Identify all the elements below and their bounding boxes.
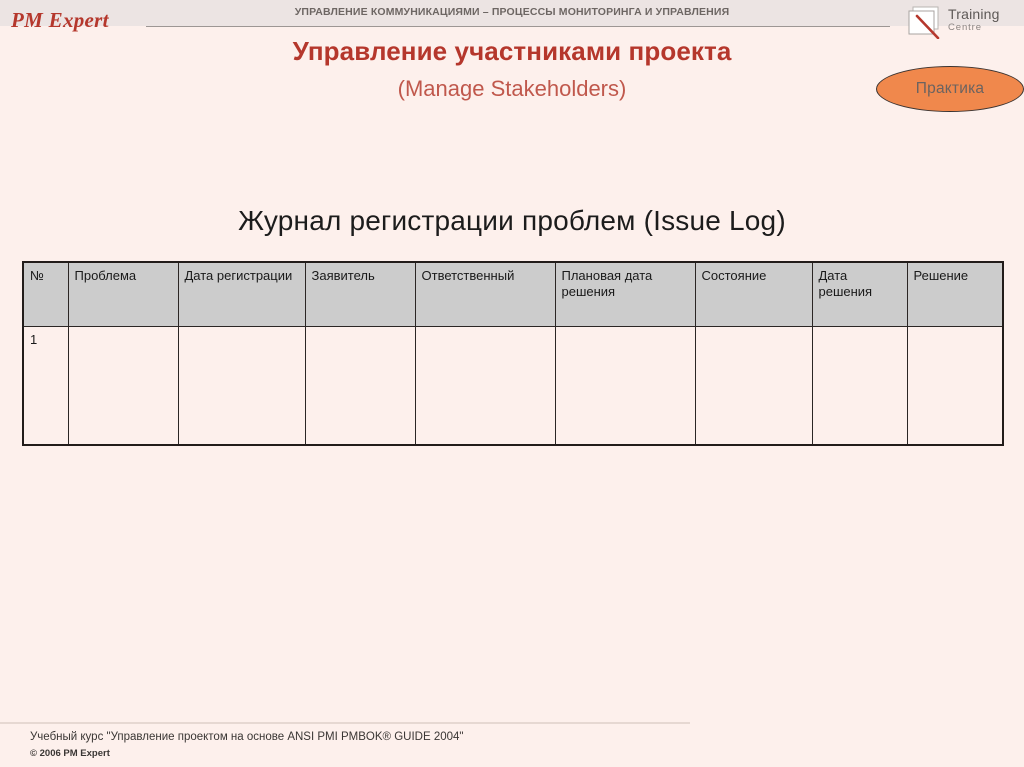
cell-reporter[interactable] — [304, 326, 416, 446]
training-centre-text: Training Centre — [948, 7, 1000, 33]
footer-copyright: © 2006 PM Expert — [30, 748, 110, 759]
issue-log-table: № Проблема Дата регистрации Заявитель От… — [22, 261, 1004, 446]
page-with-red-slash-icon — [908, 6, 940, 39]
table-body: 1 — [22, 326, 1004, 446]
column-header-problem: Проблема — [67, 261, 179, 327]
column-header-number: № — [22, 261, 69, 327]
cell-resolution[interactable] — [906, 326, 1004, 446]
column-header-due-date: Плановая дата решения — [554, 261, 696, 327]
practice-badge-label: Практика — [915, 80, 985, 97]
page-title: Управление участниками проекта — [292, 36, 732, 66]
training-centre-subtitle: Centre — [948, 21, 982, 33]
column-header-resolution: Решение — [906, 261, 1004, 327]
issue-log-heading: Журнал регистрации проблем (Issue Log) — [238, 205, 786, 236]
practice-badge: Практика — [876, 66, 1024, 112]
cell-status[interactable] — [694, 326, 813, 446]
column-header-owner: Ответственный — [414, 261, 556, 327]
table-row: 1 — [22, 326, 1004, 446]
page-subtitle: (Manage Stakeholders) — [397, 76, 627, 101]
cell-reg-date[interactable] — [177, 326, 306, 446]
cell-owner[interactable] — [414, 326, 556, 446]
slide: PM Expert УПРАВЛЕНИЕ КОММУНИКАЦИЯМИ – ПР… — [0, 0, 1024, 767]
table-header-row: № Проблема Дата регистрации Заявитель От… — [22, 261, 1004, 327]
issue-log-table-container: № Проблема Дата регистрации Заявитель От… — [22, 261, 1004, 446]
header-divider — [146, 26, 890, 27]
cell-resolve-date[interactable] — [811, 326, 908, 446]
header-kicker-text: УПРАВЛЕНИЕ КОММУНИКАЦИЯМИ – ПРОЦЕССЫ МОН… — [294, 6, 730, 18]
column-header-reporter: Заявитель — [304, 261, 416, 327]
cell-number[interactable]: 1 — [22, 326, 69, 446]
cell-problem[interactable] — [67, 326, 179, 446]
cell-due-date[interactable] — [554, 326, 696, 446]
column-header-resolve-date: Дата решения — [811, 261, 908, 327]
footer-divider — [0, 722, 690, 724]
footer-course-text: Учебный курс "Управление проектом на осн… — [30, 731, 464, 743]
column-header-reg-date: Дата регистрации — [177, 261, 306, 327]
column-header-status: Состояние — [694, 261, 813, 327]
training-centre-title: Training — [948, 6, 1000, 22]
table-header: № Проблема Дата регистрации Заявитель От… — [22, 261, 1004, 327]
